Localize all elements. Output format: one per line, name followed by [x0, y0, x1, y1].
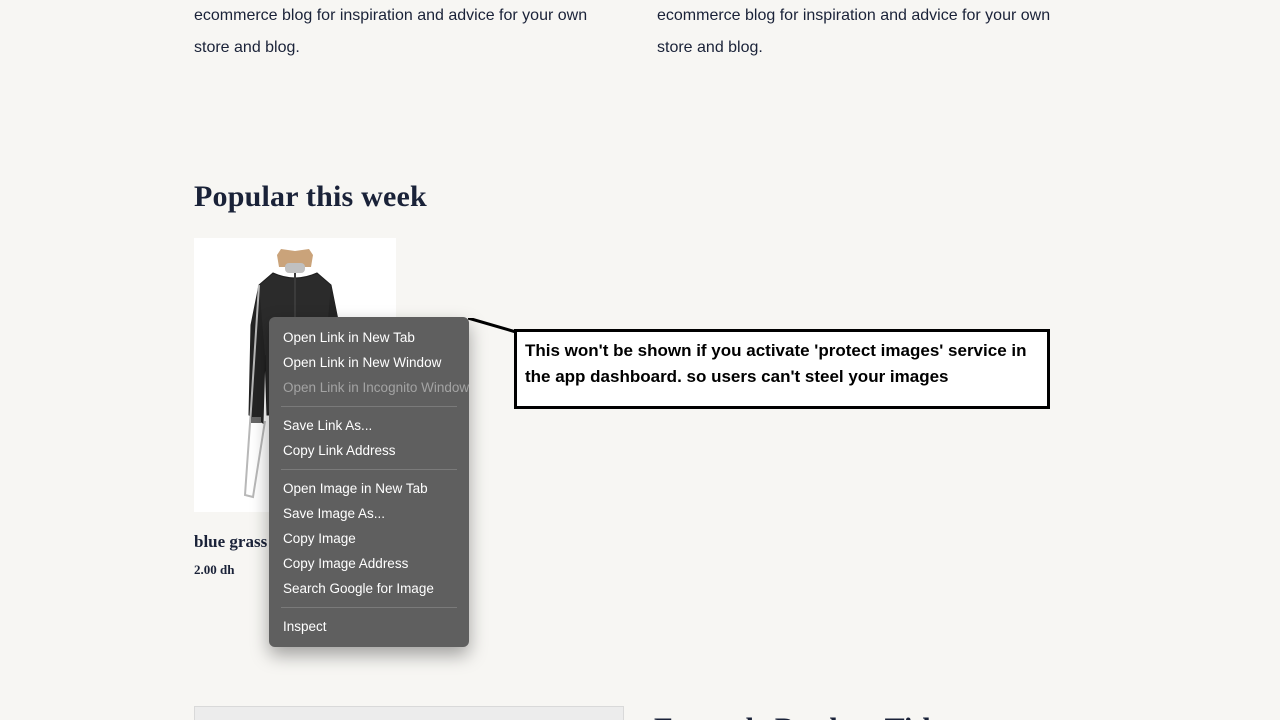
cm-copy-image[interactable]: Copy Image [269, 526, 469, 551]
cm-copy-link-address[interactable]: Copy Link Address [269, 438, 469, 463]
cm-open-image-new-tab[interactable]: Open Image in New Tab [269, 476, 469, 501]
callout-annotation: This won't be shown if you activate 'pro… [514, 329, 1050, 409]
cm-open-incognito: Open Link in Incognito Window [269, 375, 469, 400]
bottom-row: Example Product Title [194, 706, 1086, 720]
cm-open-new-tab[interactable]: Open Link in New Tab [269, 325, 469, 350]
cm-separator [281, 607, 457, 608]
cm-separator [281, 469, 457, 470]
blurb-left: ecommerce blog for inspiration and advic… [194, 0, 623, 64]
cm-inspect[interactable]: Inspect [269, 614, 469, 639]
context-menu[interactable]: Open Link in New Tab Open Link in New Wi… [269, 317, 469, 647]
cm-copy-image-address[interactable]: Copy Image Address [269, 551, 469, 576]
blurb-right: ecommerce blog for inspiration and advic… [657, 0, 1086, 64]
example-product-title[interactable]: Example Product Title [654, 712, 944, 720]
example-product-image[interactable] [194, 706, 624, 720]
popular-heading: Popular this week [194, 180, 1086, 214]
cm-save-link-as[interactable]: Save Link As... [269, 413, 469, 438]
blurb-row: ecommerce blog for inspiration and advic… [194, 0, 1086, 64]
cm-search-google-image[interactable]: Search Google for Image [269, 576, 469, 601]
cm-separator [281, 406, 457, 407]
cm-save-image-as[interactable]: Save Image As... [269, 501, 469, 526]
cm-open-new-window[interactable]: Open Link in New Window [269, 350, 469, 375]
